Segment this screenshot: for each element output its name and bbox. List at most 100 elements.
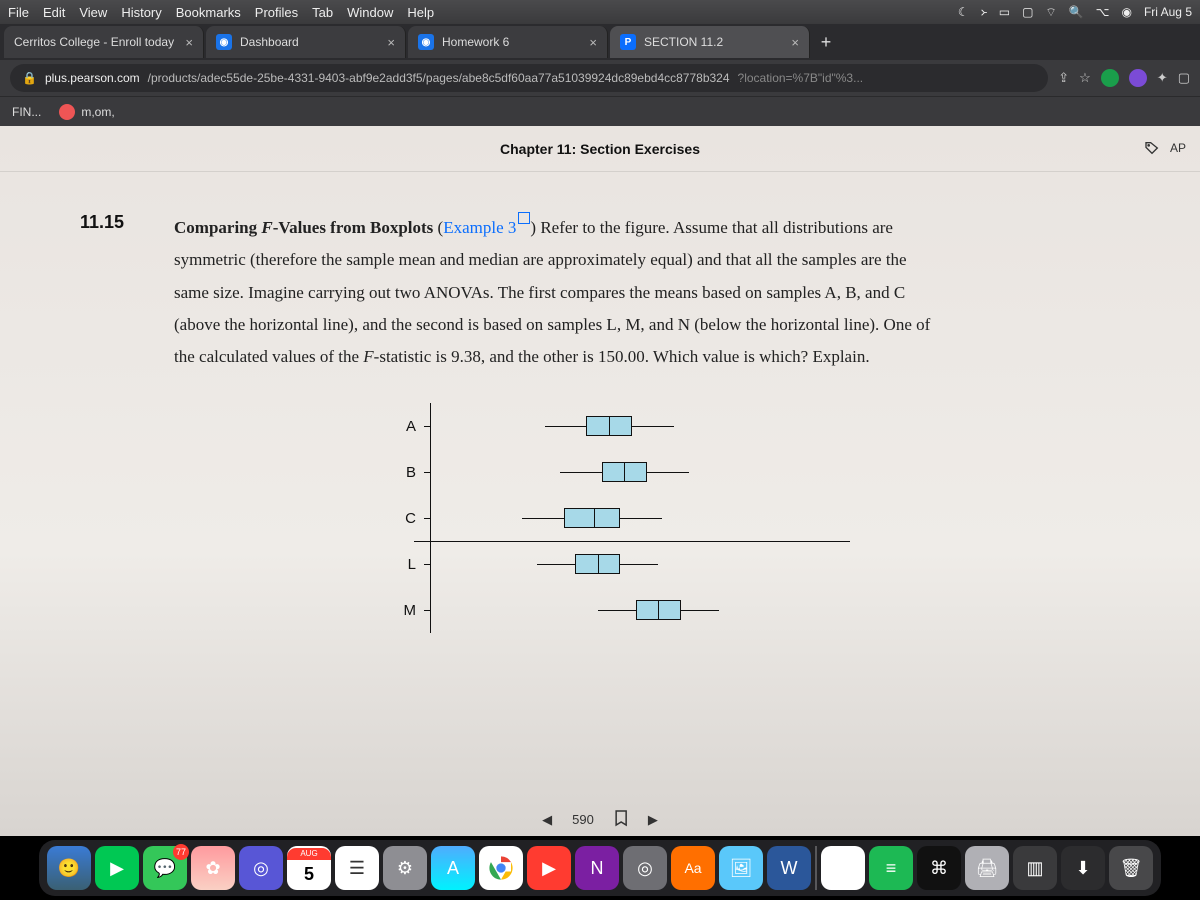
y-label: B [390, 464, 424, 481]
close-icon[interactable]: × [387, 35, 395, 50]
body-text: Refer to the figure. Assume that all dis… [174, 218, 930, 366]
url-host: plus.pearson.com [45, 71, 140, 85]
terminal-icon[interactable]: ⌘ [917, 846, 961, 890]
new-tab-button[interactable]: + [812, 32, 840, 53]
screen-mirror-icon[interactable]: ▢ [1022, 5, 1033, 19]
star-icon[interactable]: ☆ [1079, 70, 1091, 86]
app-store-alt-icon[interactable]: ◎ [239, 846, 283, 890]
boxplot-row-M: M [390, 587, 810, 633]
spotify-icon[interactable]: ≡ [869, 846, 913, 890]
messages-icon[interactable]: 💬 77 [143, 846, 187, 890]
y-label: C [390, 510, 424, 527]
wifi-icon[interactable]: ⌔ [1045, 5, 1056, 20]
chapter-header: Chapter 11: Section Exercises [0, 126, 1200, 172]
printer-icon[interactable]: 🖨 [965, 846, 1009, 890]
bluetooth-icon[interactable]: ᚛ [981, 5, 987, 19]
menu-history[interactable]: History [121, 5, 161, 20]
menu-help[interactable]: Help [407, 5, 434, 20]
menubar-clock[interactable]: Fri Aug 5 [1144, 5, 1192, 19]
share-icon[interactable]: ⇪ [1058, 70, 1069, 86]
tab-label: SECTION 11.2 [644, 35, 723, 49]
extensions-icon[interactable]: ✦ [1157, 70, 1168, 86]
onenote-icon[interactable]: N [575, 846, 619, 890]
extension-icon[interactable] [1129, 69, 1147, 87]
settings-icon[interactable]: ⚙ [383, 846, 427, 890]
tab-homework[interactable]: ◉ Homework 6 × [408, 26, 608, 58]
downloads-icon[interactable]: ⬇ [1061, 846, 1105, 890]
trash-icon[interactable]: 🗑 [1109, 846, 1153, 890]
bookmark-mom[interactable]: m,om, [59, 104, 114, 120]
menu-bookmarks[interactable]: Bookmarks [176, 5, 241, 20]
y-label: L [390, 556, 424, 573]
example-link[interactable]: Example 3 [443, 218, 516, 237]
url-path: /products/adec55de-25be-4331-9403-abf9e2… [148, 71, 730, 85]
reminders-icon[interactable]: ☰ [335, 846, 379, 890]
menu-profiles[interactable]: Profiles [255, 5, 298, 20]
app-store-icon[interactable]: A [431, 846, 475, 890]
tab-dashboard[interactable]: ◉ Dashboard × [206, 26, 406, 58]
grammarly-icon[interactable] [1101, 69, 1119, 87]
close-icon[interactable]: × [589, 35, 597, 50]
problem-number: 11.15 [80, 212, 150, 373]
dock-area: 🙂 ▶ 💬 77 ✿ ◎ AUG 5 ☰ ⚙ A ▶ N ◎ Aa 🖼 W Q … [0, 836, 1200, 900]
youtube-icon[interactable]: ▶ [527, 846, 571, 890]
url-query: ?location=%7B"id"%3... [738, 71, 864, 85]
problem-text: Comparing F-Values from Boxplots (Exampl… [174, 212, 934, 373]
canvas-icon: ◉ [418, 34, 434, 50]
tag-icon [1144, 140, 1160, 156]
f-stat-italic: F [363, 347, 373, 366]
boxplot-row-L: L [390, 541, 810, 587]
site-lock-icon: 🔒 [22, 71, 37, 85]
chapter-title: Chapter 11: Section Exercises [500, 141, 700, 157]
menu-view[interactable]: View [79, 5, 107, 20]
ap-label: AP [1170, 141, 1186, 155]
tab-label: Dashboard [240, 35, 299, 49]
generic-app-icon[interactable]: ◎ [623, 846, 667, 890]
prev-page-button[interactable]: ◀ [542, 812, 552, 828]
photos-icon[interactable]: ✿ [191, 846, 235, 890]
boxplot-row-A: A [390, 403, 810, 449]
account-icon[interactable]: ▢ [1178, 70, 1190, 86]
facetime-icon[interactable]: ▶ [95, 846, 139, 890]
chrome-icon[interactable] [479, 846, 523, 890]
address-bar[interactable]: 🔒 plus.pearson.com/products/adec55de-25b… [10, 64, 1048, 92]
title-f: F [261, 218, 272, 237]
close-icon[interactable]: × [185, 35, 193, 50]
folder-icon[interactable]: ▥ [1013, 846, 1057, 890]
close-icon[interactable]: × [791, 35, 799, 50]
siri-icon[interactable]: ◉ [1121, 5, 1131, 19]
tab-label: Homework 6 [442, 35, 509, 49]
word-icon[interactable]: W [767, 846, 811, 890]
popup-icon[interactable] [518, 212, 530, 224]
y-label: M [390, 602, 424, 619]
messages-badge: 77 [173, 844, 189, 860]
next-page-button[interactable]: ▶ [648, 812, 658, 828]
bookmark-fin[interactable]: FIN... [12, 105, 41, 119]
bookmark-label: FIN... [12, 105, 41, 119]
tab-section-11-2[interactable]: P SECTION 11.2 × [610, 26, 810, 58]
page-content: Chapter 11: Section Exercises AP 11.15 C… [0, 126, 1200, 836]
tab-cerritos[interactable]: Cerritos College - Enroll today × [4, 26, 204, 58]
boxplot-row-C: C [390, 495, 810, 541]
menu-edit[interactable]: Edit [43, 5, 65, 20]
control-center-icon[interactable]: ⌥ [1096, 5, 1110, 19]
menu-window[interactable]: Window [347, 5, 393, 20]
quicktime-icon[interactable]: Q [821, 846, 865, 890]
pearson-icon: P [620, 34, 636, 50]
bookmark-page-icon[interactable] [614, 809, 628, 830]
font-book-icon[interactable]: Aa [671, 846, 715, 890]
moon-icon[interactable]: ☾ [958, 5, 969, 19]
finder-icon[interactable]: 🙂 [47, 846, 91, 890]
page-nav-footer: ◀ 590 ▶ [542, 809, 658, 830]
menu-file[interactable]: File [8, 5, 29, 20]
title-part: Comparing [174, 218, 261, 237]
problem-block: 11.15 Comparing F-Values from Boxplots (… [0, 172, 1200, 383]
search-icon[interactable]: 🔍 [1069, 5, 1084, 19]
calendar-day: 5 [287, 860, 331, 888]
battery-icon[interactable]: ▭ [999, 5, 1010, 19]
bookmark-favicon [59, 104, 75, 120]
body-text: -statistic is 9.38, and the other is 150… [374, 347, 870, 366]
preview-icon[interactable]: 🖼 [719, 846, 763, 890]
calendar-icon[interactable]: AUG 5 [287, 846, 331, 890]
menu-tab[interactable]: Tab [312, 5, 333, 20]
